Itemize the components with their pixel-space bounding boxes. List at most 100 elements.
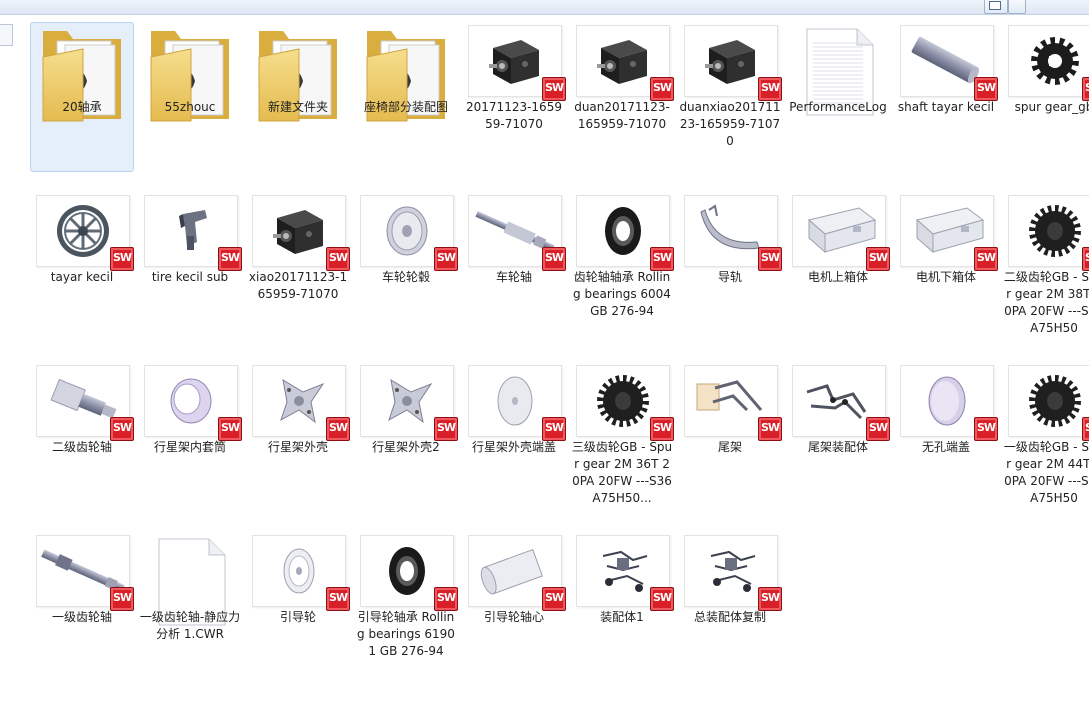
thumbnail: SW	[792, 365, 890, 441]
thumbnail: SW	[576, 25, 674, 101]
file-name: xiao20171123-165959-71070	[248, 270, 348, 301]
file-name: 55zhouc	[164, 100, 216, 114]
solidworks-badge-icon: SW	[650, 587, 674, 611]
file-item[interactable]: SW 尾架	[678, 362, 782, 512]
file-name: 尾架装配体	[807, 440, 868, 454]
solidworks-badge-icon: SW	[326, 417, 350, 441]
file-name: 引导轮轴心	[483, 610, 544, 624]
solidworks-badge-icon: SW	[1082, 77, 1089, 101]
file-name: 一级齿轮轴	[51, 610, 112, 624]
file-item[interactable]: 55zhouc	[138, 22, 242, 172]
file-item[interactable]: SW 三级齿轮GB - Spur gear 2M 36T 20PA 20FW -…	[570, 362, 674, 512]
file-name: 二级齿轮轴	[51, 440, 112, 454]
thumbnail: SW	[684, 25, 782, 101]
dark-gear-icon	[1029, 205, 1081, 257]
file-item[interactable]: 一级齿轮轴-静应力分析 1.CWR	[138, 532, 242, 682]
file-item[interactable]: SW 行星架外壳端盖	[462, 362, 566, 512]
file-item[interactable]: SW shaft tayar kecil	[894, 22, 998, 172]
file-name: 引导轮轴承 Rolling bearings 61901 GB 276-94	[357, 610, 455, 658]
preview-pane-button[interactable]	[1042, 0, 1058, 14]
thumbnail: SW	[684, 535, 782, 611]
file-item[interactable]: SW 二级齿轮轴	[30, 362, 134, 512]
solidworks-badge-icon: SW	[542, 77, 566, 101]
thumbnail: SW	[144, 195, 242, 271]
file-item[interactable]: SW xiao20171123-165959-71070	[246, 192, 350, 342]
file-item[interactable]: 20轴承	[30, 22, 134, 172]
file-item[interactable]: SW 装配体1	[570, 532, 674, 682]
file-name: 行星架外壳	[267, 440, 328, 454]
file-item[interactable]: SW 二级齿轮GB - Spur gear 2M 38T 20PA 20FW -…	[1002, 192, 1089, 342]
solidworks-badge-icon: SW	[650, 77, 674, 101]
solidworks-badge-icon: SW	[758, 77, 782, 101]
thumbnail: SW	[252, 195, 350, 271]
file-name: 行星架外壳2	[372, 440, 440, 454]
file-item[interactable]: 新建文件夹	[246, 22, 350, 172]
file-name: 车轮轮毂	[381, 270, 430, 284]
file-item[interactable]: SW 行星架外壳	[246, 362, 350, 512]
solidworks-badge-icon: SW	[110, 417, 134, 441]
help-button[interactable]	[1064, 0, 1089, 14]
file-item[interactable]: SW spur gear_gb	[1002, 22, 1089, 172]
thumbnail: SW	[792, 195, 890, 271]
file-item[interactable]: 座椅部分装配图	[354, 22, 458, 172]
file-item[interactable]: SW 一级齿轮轴	[30, 532, 134, 682]
solidworks-badge-icon: SW	[650, 247, 674, 271]
file-item[interactable]: SW 尾架装配体	[786, 362, 890, 512]
thumbnail: SW	[468, 365, 566, 441]
file-name: 行星架外壳端盖	[471, 440, 556, 454]
thumbnail: SW	[468, 535, 566, 611]
file-item[interactable]: SW 电机上箱体	[786, 192, 890, 342]
solidworks-badge-icon: SW	[218, 417, 242, 441]
view-mode-button[interactable]	[984, 0, 1008, 14]
solidworks-badge-icon: SW	[650, 417, 674, 441]
file-item[interactable]: SW 总装配体复制	[678, 532, 782, 682]
solidworks-badge-icon: SW	[1082, 247, 1089, 271]
thumbnail: SW	[468, 195, 566, 271]
file-item[interactable]: SW 一级齿轮GB - Spur gear 2M 44T 20PA 20FW -…	[1002, 362, 1089, 512]
solidworks-badge-icon: SW	[974, 77, 998, 101]
thumbnail: SW	[468, 25, 566, 101]
file-name: PerformanceLog	[789, 100, 887, 114]
file-name: duan20171123-165959-71070	[574, 100, 670, 131]
file-name: 座椅部分装配图	[363, 100, 448, 114]
file-name: 一级齿轮轴-静应力分析 1.CWR	[139, 610, 241, 641]
file-item[interactable]: SW 行星架内套筒	[138, 362, 242, 512]
file-name: 一级齿轮GB - Spur gear 2M 44T 20PA 20FW ---S…	[1003, 440, 1089, 505]
thumbnail: SW	[252, 365, 350, 441]
file-name: 新建文件夹	[267, 100, 328, 114]
file-name: 车轮轴	[495, 270, 532, 284]
file-item[interactable]: SW 引导轮轴心	[462, 532, 566, 682]
solidworks-badge-icon: SW	[758, 247, 782, 271]
file-name: 无孔端盖	[921, 440, 970, 454]
solidworks-badge-icon: SW	[758, 587, 782, 611]
thumbnail: SW	[900, 365, 998, 441]
file-name: spur gear_gb	[1014, 100, 1089, 114]
file-item[interactable]: SW tire kecil sub	[138, 192, 242, 342]
file-item[interactable]: SW 行星架外壳2	[354, 362, 458, 512]
file-item[interactable]: PerformanceLog	[786, 22, 890, 172]
solidworks-badge-icon: SW	[758, 417, 782, 441]
file-item[interactable]: SW 导轨	[678, 192, 782, 342]
thumbnail: SW	[36, 535, 134, 611]
file-name: 20171123-165959-71070	[466, 100, 562, 131]
file-item[interactable]: SW 齿轮轴轴承 Rolling bearings 6004 GB 276-94	[570, 192, 674, 342]
file-name: 电机上箱体	[807, 270, 868, 284]
file-item[interactable]: SW 无孔端盖	[894, 362, 998, 512]
file-item[interactable]: SW tayar kecil	[30, 192, 134, 342]
file-name: 行星架内套筒	[153, 440, 226, 454]
thumbnail: SW	[1008, 25, 1089, 101]
thumbnail: SW	[576, 195, 674, 271]
file-item[interactable]: SW 引导轮轴承 Rolling bearings 61901 GB 276-9…	[354, 532, 458, 682]
thumbnail: SW	[1008, 365, 1089, 441]
file-name: 三级齿轮GB - Spur gear 2M 36T 20PA 20FW ---S…	[571, 440, 673, 505]
file-name: 引导轮	[279, 610, 316, 624]
file-item[interactable]: SW 电机下箱体	[894, 192, 998, 342]
file-item[interactable]: SW 车轮轴	[462, 192, 566, 342]
view-options-dropdown[interactable]	[1008, 0, 1026, 14]
file-item[interactable]: SW 20171123-165959-71070	[462, 22, 566, 172]
file-item[interactable]: SW duan20171123-165959-71070	[570, 22, 674, 172]
file-item[interactable]: SW 车轮轮毂	[354, 192, 458, 342]
navigation-pane-edge[interactable]	[0, 24, 13, 46]
file-item[interactable]: SW 引导轮	[246, 532, 350, 682]
file-item[interactable]: SW duanxiao20171123-165959-71070	[678, 22, 782, 172]
